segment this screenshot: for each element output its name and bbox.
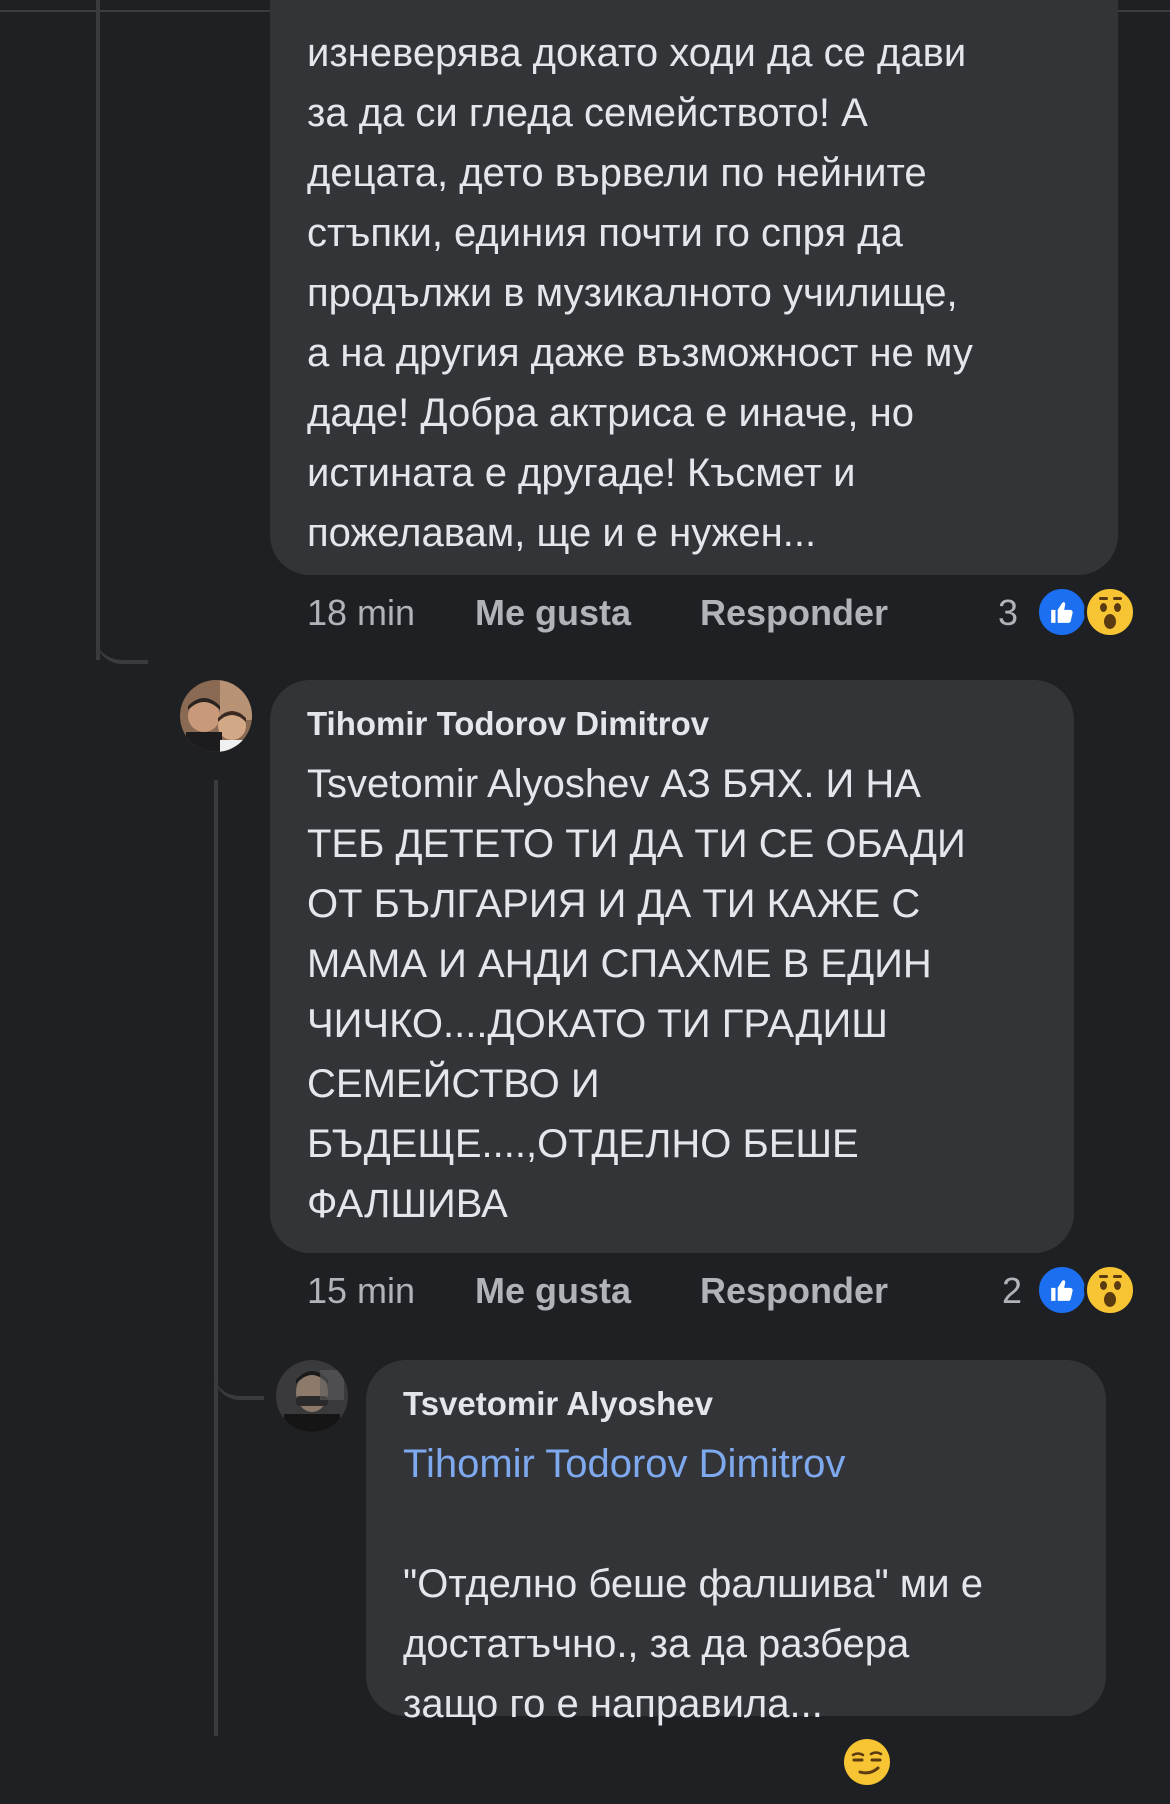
- avatar[interactable]: [276, 1360, 348, 1432]
- like-icon: [1036, 1264, 1088, 1316]
- thread-line-reply: [214, 780, 218, 1736]
- comment-actions: 15 min Me gusta Responder: [307, 1266, 888, 1316]
- like-button[interactable]: Me gusta: [475, 1266, 631, 1316]
- like-button[interactable]: Me gusta: [475, 588, 631, 638]
- mention-link[interactable]: Tihomir Todorov Dimitrov: [403, 1434, 1076, 1494]
- reaction-count: 3: [998, 592, 1019, 633]
- reaction-count: 2: [1002, 1270, 1023, 1311]
- comment-bubble: Tsvetomir Alyoshev Tihomir Todorov Dimit…: [366, 1360, 1106, 1786]
- comment-text-content: "Отделно беше фалшива" ми е достатъчно.,…: [403, 1562, 983, 1726]
- thread-line-main: [96, 0, 100, 660]
- comment-text: "Отделно беше фалшива" ми е достатъчно.,…: [403, 1494, 1076, 1786]
- reply-button[interactable]: Responder: [700, 588, 888, 638]
- comment-text: изневерява докато ходи да се дави за да …: [307, 31, 973, 555]
- smirk-emoji: [842, 1677, 892, 1786]
- wow-icon: [1084, 1264, 1136, 1316]
- like-icon: [1036, 586, 1088, 638]
- comment-author[interactable]: Tsvetomir Alyoshev: [403, 1382, 1076, 1426]
- wow-icon: [1084, 586, 1136, 638]
- comment-text: Tsvetomir Alyoshev АЗ БЯХ. И НА ТЕБ ДЕТЕ…: [307, 762, 966, 1226]
- comment-actions: 18 min Me gusta Responder: [307, 588, 888, 638]
- comment-timestamp: 15 min: [307, 1270, 416, 1311]
- comment-timestamp: 18 min: [307, 592, 416, 633]
- avatar[interactable]: [180, 680, 252, 752]
- reply-connector-curve: [214, 1340, 264, 1400]
- comment-bubble: изневерява докато ходи да се дави за да …: [270, 0, 1118, 575]
- comment-bubble: Tihomir Todorov Dimitrov Tsvetomir Alyos…: [270, 680, 1074, 1253]
- thread-connector-curve: [96, 620, 148, 664]
- reply-button[interactable]: Responder: [700, 1266, 888, 1316]
- comment-author[interactable]: Tihomir Todorov Dimitrov: [307, 702, 1044, 746]
